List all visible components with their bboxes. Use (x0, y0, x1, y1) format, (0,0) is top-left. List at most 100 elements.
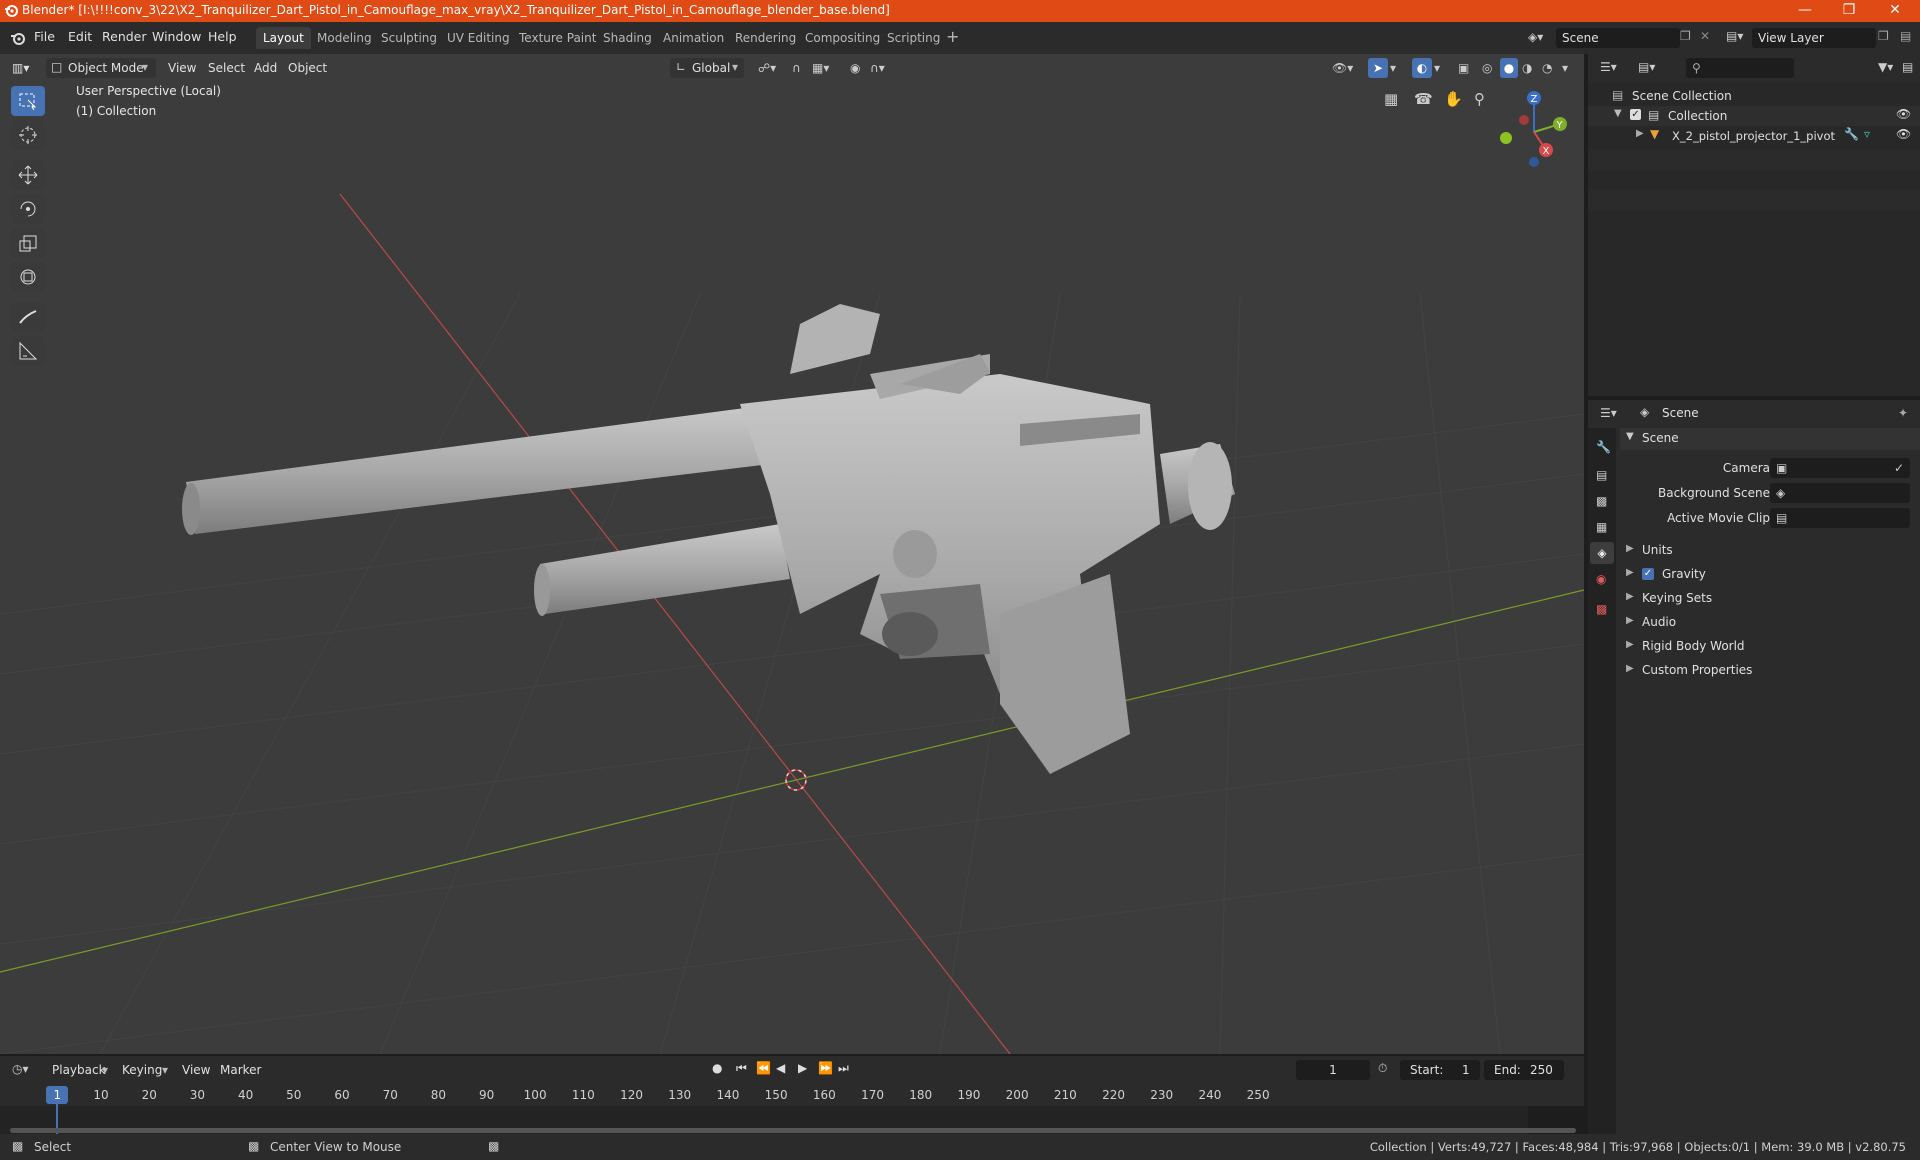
tab-scripting[interactable]: Scripting (880, 27, 947, 49)
record-icon[interactable]: ● (712, 1061, 722, 1075)
outliner-row-scene-collection[interactable]: ▤ Scene Collection (1588, 86, 1920, 106)
scene-panel-header[interactable]: ▼ Scene (1620, 428, 1920, 450)
play-reverse-icon[interactable]: ◀ (776, 1061, 785, 1075)
outliner-editor-type-icon[interactable]: ☰▾ (1600, 60, 1617, 74)
chevron-down-icon[interactable]: ▾ (1390, 58, 1396, 78)
new-scene-icon[interactable]: ❐ (1680, 29, 1691, 43)
gizmo-neg-x-icon[interactable] (1519, 115, 1529, 125)
timeline-menu-keying[interactable]: Keying (122, 1063, 162, 1077)
falloff-icon[interactable]: ∩▾ (870, 58, 885, 78)
camera-view-icon[interactable]: ☎ (1414, 90, 1433, 108)
cursor-tool[interactable] (11, 120, 45, 150)
pan-hand-icon[interactable]: ✋ (1444, 90, 1463, 108)
new-collection-icon[interactable]: ▤ (1902, 60, 1913, 74)
eye-icon[interactable]: 👁 (1896, 127, 1911, 141)
add-workspace-icon[interactable]: + (946, 27, 959, 46)
rotate-tool[interactable] (11, 194, 45, 224)
tab-modeling[interactable]: Modeling (310, 27, 379, 49)
timeline-menu-marker[interactable]: Marker (220, 1063, 261, 1077)
gravity-checkbox[interactable]: ✓ (1642, 568, 1654, 580)
outliner-row-collection[interactable]: ▼ ✓ ▤ Collection 👁 (1588, 106, 1920, 126)
current-frame-field[interactable]: 1 (1296, 1060, 1370, 1080)
remove-view-layer-icon[interactable]: ▤ (1900, 29, 1911, 43)
world-tab-icon[interactable]: ◉ (1596, 572, 1606, 586)
viewport-menu-add[interactable]: Add (254, 58, 277, 78)
outliner-row-object[interactable]: ▶ ▼ X_2_pistol_projector_1_pivot 🔧 ▿ 👁 (1588, 126, 1920, 146)
end-frame-field[interactable]: End: 250 (1484, 1060, 1564, 1080)
gizmo-neg-y-icon[interactable] (1500, 132, 1512, 144)
section-keying-sets[interactable]: ▶ Keying Sets (1620, 588, 1920, 610)
pivot-point-icon[interactable]: ☍▾ (758, 58, 776, 78)
navigation-gizmo[interactable]: Z Y X (1490, 84, 1570, 174)
scene-tab-icon[interactable]: ◈ (1590, 542, 1614, 564)
prev-keyframe-icon[interactable]: ⏪ (756, 1061, 771, 1075)
gizmo-neg-z-icon[interactable] (1529, 157, 1539, 167)
minimize-icon[interactable]: — (1782, 0, 1828, 22)
tool-tab-icon[interactable]: 🔧 (1596, 440, 1611, 454)
start-frame-field[interactable]: Start: 1 (1400, 1060, 1480, 1080)
pin-icon[interactable]: ✦ (1898, 406, 1908, 420)
snap-target-icon[interactable]: ▦▾ (812, 58, 829, 78)
select-box-tool[interactable] (11, 86, 45, 116)
chevron-down-icon[interactable]: ▾ (1434, 58, 1440, 78)
modifier-wrench-icon[interactable]: 🔧 (1844, 127, 1859, 141)
section-units[interactable]: ▶ Units (1620, 540, 1920, 562)
menu-render[interactable]: Render (102, 29, 147, 44)
menu-window[interactable]: Window (152, 29, 201, 44)
texture-tab-icon[interactable]: ▩ (1596, 602, 1607, 616)
tab-shading[interactable]: Shading (596, 27, 659, 49)
move-tool[interactable] (11, 160, 45, 190)
proportional-edit-icon[interactable]: ◉ (850, 58, 860, 78)
play-icon[interactable]: ▶ (798, 1061, 807, 1075)
snap-icon[interactable]: ∩ (792, 58, 801, 78)
section-rigid-body-world[interactable]: ▶ Rigid Body World (1620, 636, 1920, 658)
view-layer-tab-icon[interactable]: ▦ (1596, 520, 1607, 534)
transform-tool[interactable] (11, 262, 45, 292)
restore-icon[interactable]: ❐ (1826, 0, 1872, 22)
tab-animation[interactable]: Animation (656, 27, 731, 49)
shading-solid-icon[interactable]: ● (1500, 58, 1518, 78)
viewport-menu-select[interactable]: Select (208, 58, 245, 78)
section-gravity[interactable]: ▶ ✓ Gravity (1620, 564, 1920, 586)
section-custom-properties[interactable]: ▶ Custom Properties (1620, 660, 1920, 682)
render-tab-icon[interactable]: ▤ (1596, 468, 1607, 482)
menu-file[interactable]: File (34, 29, 55, 44)
display-mode-icon[interactable]: ▤▾ (1638, 60, 1655, 74)
expand-arrow-icon[interactable]: ▼ (1614, 108, 1622, 119)
active-movie-clip-field[interactable]: ▤ (1770, 508, 1910, 528)
output-tab-icon[interactable]: ▩ (1596, 494, 1607, 508)
timeline-editor-type-icon[interactable]: ◷▾ (12, 1062, 29, 1076)
overlay-toggle-icon[interactable]: ◐ (1412, 58, 1432, 78)
mode-dropdown[interactable]: □ Object Mode ▾ (46, 58, 156, 78)
menu-help[interactable]: Help (208, 29, 237, 44)
pistol-model[interactable] (182, 304, 1235, 774)
background-scene-field[interactable]: ◈ (1770, 483, 1910, 503)
eyedropper-icon[interactable]: ✓ (1894, 458, 1904, 478)
tab-rendering[interactable]: Rendering (728, 27, 803, 49)
scene-field[interactable]: Scene (1556, 28, 1680, 48)
collection-checkbox[interactable]: ✓ (1630, 109, 1641, 120)
new-view-layer-icon[interactable]: ❐ (1878, 29, 1889, 43)
toggle-grid-icon[interactable]: ▦ (1384, 90, 1398, 108)
editor-type-icon[interactable]: ▥▾ (12, 58, 29, 78)
timeline-menu-view[interactable]: View (182, 1063, 210, 1077)
chevron-down-icon[interactable]: ▾ (1562, 58, 1568, 78)
scene-selector-icon[interactable]: ◈▾ (1528, 30, 1543, 44)
transform-orientation-dropdown[interactable]: ∟ Global ▾ (670, 58, 744, 78)
remove-scene-icon[interactable]: ✕ (1700, 29, 1710, 43)
properties-editor-type-icon[interactable]: ☰▾ (1600, 406, 1617, 420)
expand-arrow-icon[interactable]: ▶ (1636, 128, 1644, 139)
tab-sculpting[interactable]: Sculpting (374, 27, 444, 49)
tab-layout[interactable]: Layout (256, 27, 311, 49)
mesh-data-icon[interactable]: ▿ (1864, 127, 1870, 141)
blender-menu-icon[interactable] (10, 31, 26, 45)
menu-edit[interactable]: Edit (68, 29, 92, 44)
shading-material-icon[interactable]: ◑ (1522, 58, 1532, 78)
view-layer-field[interactable]: View Layer (1752, 28, 1876, 48)
filter-icon[interactable]: ▼▾ (1878, 60, 1893, 74)
timeline-menu-playback[interactable]: Playback (52, 1063, 106, 1077)
section-audio[interactable]: ▶ Audio (1620, 612, 1920, 634)
shading-rendered-icon[interactable]: ◔ (1542, 58, 1552, 78)
view-layer-icon[interactable]: ▤▾ (1726, 29, 1743, 43)
scale-tool[interactable] (11, 228, 45, 258)
